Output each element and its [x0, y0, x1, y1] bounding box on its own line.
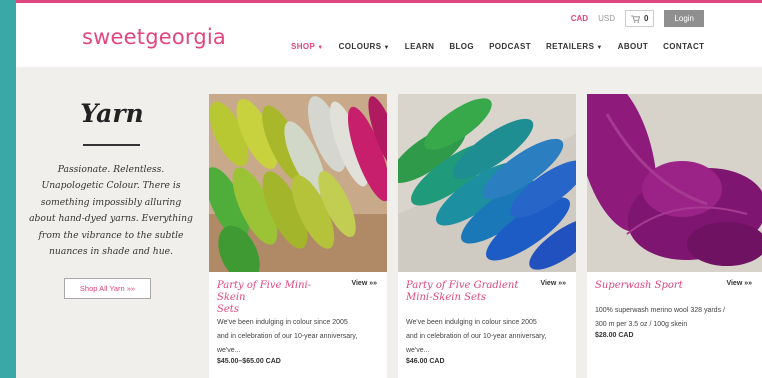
cart-icon: [631, 14, 640, 23]
yarn-gradient-skeins-image: [398, 94, 576, 272]
cart-button[interactable]: 0: [624, 10, 655, 27]
intro-line: from the vibrance to the subtle: [38, 229, 184, 241]
product-price: $28.00 CAD: [595, 332, 634, 339]
login-button[interactable]: Login: [664, 10, 704, 27]
desc-line: and in celebration of our 10-year annive…: [217, 333, 358, 340]
nav-contact[interactable]: CONTACT: [663, 42, 704, 51]
nav-shop[interactable]: SHOP ▼: [291, 42, 324, 51]
product-price: $46.00 CAD: [406, 358, 445, 365]
yarn-superwash-sport-image: [587, 94, 762, 272]
site-logo[interactable]: sweetgeorgia: [82, 25, 226, 49]
title-divider: [83, 144, 140, 146]
intro-line: about hand-dyed yarns. Everything: [29, 213, 193, 225]
nav-retailers[interactable]: RETAILERS ▼: [546, 42, 603, 51]
product-description: We've been indulging in colour since 200…: [406, 316, 566, 358]
product-image[interactable]: [209, 94, 387, 272]
view-link[interactable]: View »»: [351, 280, 377, 287]
product-description: We've been indulging in colour since 200…: [217, 316, 377, 358]
chevron-down-icon: ▼: [596, 45, 603, 51]
product-image[interactable]: [398, 94, 576, 272]
product-title[interactable]: Party of Five Mini-Skein Sets: [217, 280, 337, 316]
product-image[interactable]: [587, 94, 762, 272]
nav-learn[interactable]: LEARN: [405, 42, 435, 51]
shop-all-yarn-button[interactable]: Shop All Yarn »»: [64, 278, 151, 299]
product-description: 100% superwash merino wool 328 yards / 3…: [595, 304, 755, 332]
category-intro: Yarn Passionate. Relentless. Unapologeti…: [16, 67, 208, 378]
intro-line: Unapologetic Colour. There is: [41, 180, 181, 192]
cart-count: 0: [643, 14, 649, 23]
product-title-line: Sets: [217, 304, 239, 315]
intro-line: something impossibly alluring: [40, 196, 182, 208]
product-title-line: Party of Five Gradient: [406, 280, 519, 291]
nav-colours[interactable]: COLOURS ▼: [339, 42, 390, 51]
nav-retailers-label: RETAILERS: [545, 42, 595, 51]
chevron-down-icon: ▼: [383, 45, 390, 51]
view-link[interactable]: View »»: [726, 280, 752, 287]
desc-line: we've...: [217, 347, 241, 354]
product-price: $45.00–$65.00 CAD: [217, 358, 281, 365]
intro-line: Passionate. Relentless.: [57, 164, 165, 175]
intro-line: nuances in shade and hue.: [49, 246, 173, 258]
nav-podcast[interactable]: PODCAST: [489, 42, 531, 51]
utility-bar: CAD USD 0 Login: [571, 10, 704, 27]
currency-usd[interactable]: USD: [598, 14, 615, 23]
site-header: sweetgeorgia CAD USD 0 Login SHOP ▼ COLOU…: [16, 3, 762, 67]
product-card[interactable]: Superwash Sport View »» 100% superwash m…: [587, 94, 762, 378]
product-card[interactable]: Party of Five Gradient Mini-Skein Sets V…: [398, 94, 576, 378]
main-nav: SHOP ▼ COLOURS ▼ LEARN BLOG PODCAST RETAIL…: [291, 42, 704, 51]
desc-line: and in celebration of our 10-year annive…: [406, 333, 547, 340]
product-title-line: Superwash Sport: [595, 280, 683, 291]
nav-blog[interactable]: BLOG: [449, 42, 474, 51]
desc-line: we've...: [406, 347, 430, 354]
product-card[interactable]: Party of Five Mini-Skein Sets View »» We…: [209, 94, 387, 378]
desc-line: We've been indulging in colour since 200…: [217, 319, 348, 326]
page-title: Yarn: [80, 99, 144, 128]
chevron-down-icon: ▼: [317, 45, 324, 51]
desc-line: 100% superwash merino wool 328 yards /: [595, 307, 725, 314]
nav-colours-label: COLOURS: [338, 42, 382, 51]
intro-text: Passionate. Relentless. Unapologetic Col…: [16, 162, 206, 260]
desc-line: 300 m per 3.5 oz / 100g skein: [595, 321, 688, 328]
yarn-mini-skeins-image: [209, 94, 387, 272]
product-title-line: Party of Five Mini-Skein: [217, 280, 312, 303]
currency-cad[interactable]: CAD: [571, 14, 588, 23]
product-title[interactable]: Superwash Sport: [595, 280, 715, 292]
page: sweetgeorgia CAD USD 0 Login SHOP ▼ COLOU…: [16, 0, 762, 378]
nav-shop-label: SHOP: [291, 42, 316, 51]
product-title-line: Mini-Skein Sets: [406, 292, 487, 303]
nav-about[interactable]: ABOUT: [618, 42, 648, 51]
product-title[interactable]: Party of Five Gradient Mini-Skein Sets: [406, 280, 526, 304]
desc-line: We've been indulging in colour since 200…: [406, 319, 537, 326]
view-link[interactable]: View »»: [540, 280, 566, 287]
